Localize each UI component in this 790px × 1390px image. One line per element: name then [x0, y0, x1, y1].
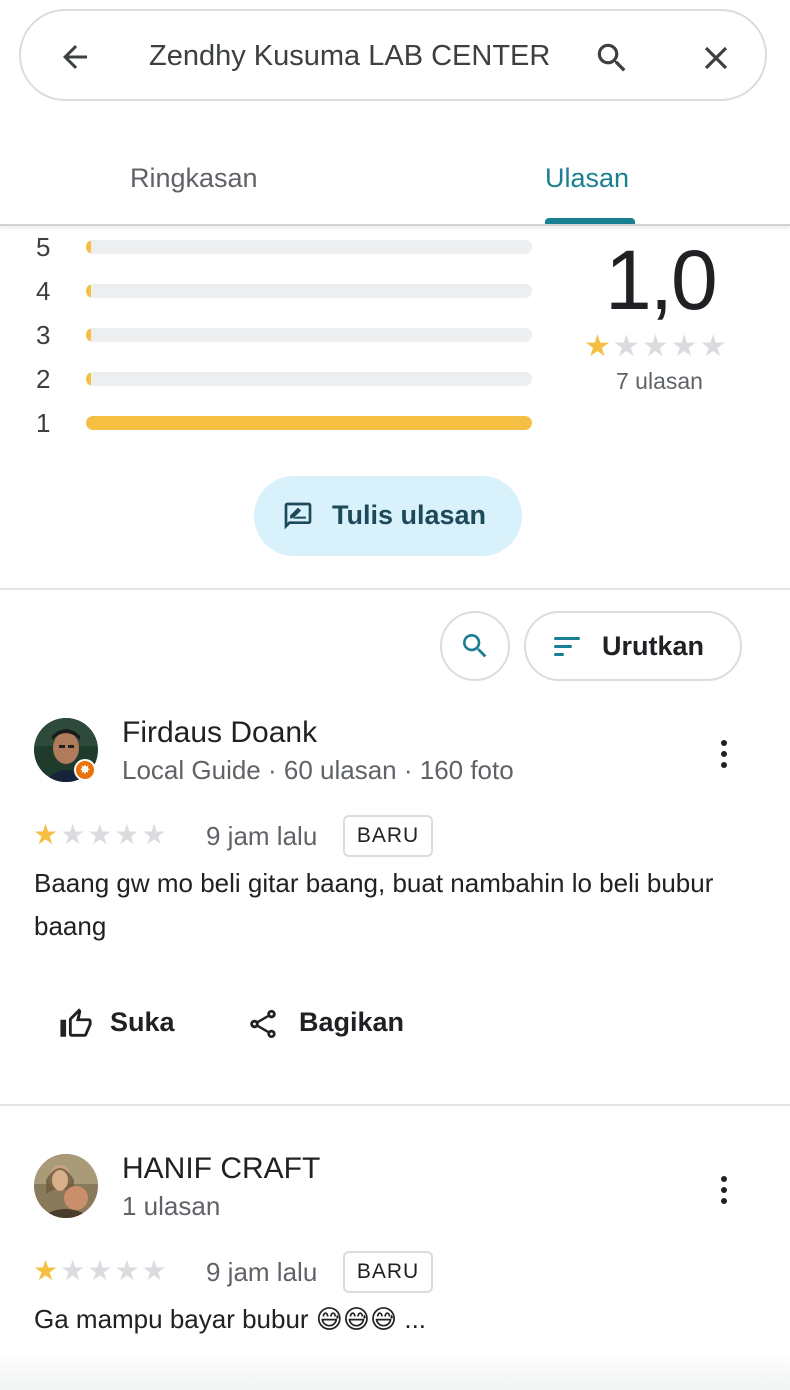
reviewer-meta: 1 ulasan: [122, 1191, 221, 1221]
search-icon[interactable]: [593, 39, 631, 77]
histogram-bar-track: [86, 284, 532, 298]
star-empty-icon: ★: [60, 1255, 88, 1286]
histogram-bar-track: [86, 240, 532, 254]
rate-review-icon: [284, 502, 312, 530]
star-empty-icon: ★: [141, 819, 169, 850]
bottom-fade: [0, 1350, 790, 1390]
like-button[interactable]: Suka: [58, 1005, 188, 1043]
summary-star-rating: ★★★★★: [584, 329, 729, 364]
histogram-bar-track: [86, 372, 532, 386]
star-empty-icon: ★: [670, 330, 700, 363]
average-rating: 1,0: [605, 233, 718, 327]
star-empty-icon: ★: [60, 819, 88, 850]
reviewer-meta: Local Guide · 60 ulasan · 160 foto: [122, 755, 514, 785]
like-label: Suka: [110, 1007, 175, 1037]
reviewer-name[interactable]: HANIF CRAFT: [122, 1152, 320, 1186]
histogram-bar-track: [86, 328, 532, 342]
share-label: Bagikan: [299, 1007, 405, 1037]
tab-ulasan[interactable]: Ulasan: [545, 163, 629, 194]
star-filled-icon: ★: [33, 1255, 61, 1286]
write-review-button[interactable]: Tulis ulasan: [254, 476, 522, 556]
histogram-star-label: 5: [36, 232, 51, 262]
histogram-bar-fill: [86, 284, 92, 298]
star-filled-icon: ★: [584, 330, 613, 363]
histogram-star-label: 2: [36, 364, 51, 394]
more-vert-icon[interactable]: [712, 736, 736, 772]
star-filled-icon: ★: [33, 819, 61, 850]
new-badge: BARU: [343, 815, 433, 857]
star-empty-icon: ★: [612, 330, 642, 363]
write-review-label: Tulis ulasan: [332, 500, 487, 530]
search-query[interactable]: Zendhy Kusuma LAB CENTER: [149, 40, 550, 73]
review-star-rating: ★★★★★: [33, 1254, 169, 1287]
share-button[interactable]: Bagikan: [246, 1005, 426, 1043]
sort-label: Urutkan: [602, 631, 705, 661]
star-empty-icon: ★: [641, 330, 671, 363]
histogram-bar-fill: [86, 240, 92, 254]
tabs-divider: [0, 224, 790, 226]
histogram-row-1: 1: [36, 408, 536, 438]
tab-ringkasan[interactable]: Ringkasan: [130, 163, 258, 194]
search-bar[interactable]: Zendhy Kusuma LAB CENTER: [19, 9, 767, 101]
histogram-row-2: 2: [36, 364, 536, 394]
star-empty-icon: ★: [699, 330, 729, 363]
more-vert-icon[interactable]: [712, 1172, 736, 1208]
histogram-bar-track: [86, 416, 532, 430]
close-icon[interactable]: [697, 39, 735, 77]
thumb-up-icon: [60, 1008, 92, 1037]
review-text: Ga mampu bayar bubur 😅😅😅 ...: [34, 1304, 427, 1334]
arrow-left-icon[interactable]: [57, 39, 93, 75]
review-text: Baang gw mo beli gitar baang, buat namba…: [34, 868, 714, 941]
histogram-row-3: 3: [36, 320, 536, 350]
review-time: 9 jam lalu: [206, 821, 318, 851]
histogram-star-label: 4: [36, 276, 51, 306]
new-badge: BARU: [343, 1251, 433, 1293]
search-reviews-button[interactable]: [440, 611, 510, 681]
sort-button[interactable]: Urutkan: [524, 611, 742, 681]
section-divider: [0, 588, 790, 590]
histogram-bar-fill: [86, 416, 532, 430]
histogram-star-label: 3: [36, 320, 51, 350]
star-empty-icon: ★: [141, 1255, 169, 1286]
histogram-star-label: 1: [36, 408, 51, 438]
histogram-bar-fill: [86, 328, 92, 342]
histogram-row-5: 5: [36, 232, 536, 262]
review-star-rating: ★★★★★: [33, 818, 169, 851]
search-icon: [463, 634, 487, 658]
star-empty-icon: ★: [114, 819, 142, 850]
review-count[interactable]: 7 ulasan: [616, 368, 703, 395]
review-time: 9 jam lalu: [206, 1257, 318, 1287]
star-empty-icon: ★: [114, 1255, 142, 1286]
star-empty-icon: ★: [87, 1255, 115, 1286]
local-guide-badge-icon: ✸: [74, 759, 96, 781]
share-icon: [250, 1009, 276, 1039]
sort-icon: [554, 637, 580, 656]
star-empty-icon: ★: [87, 819, 115, 850]
histogram-row-4: 4: [36, 276, 536, 306]
section-divider: [0, 1104, 790, 1106]
histogram-bar-fill: [86, 372, 92, 386]
avatar[interactable]: [34, 1154, 98, 1218]
reviewer-name[interactable]: Firdaus Doank: [122, 716, 317, 750]
